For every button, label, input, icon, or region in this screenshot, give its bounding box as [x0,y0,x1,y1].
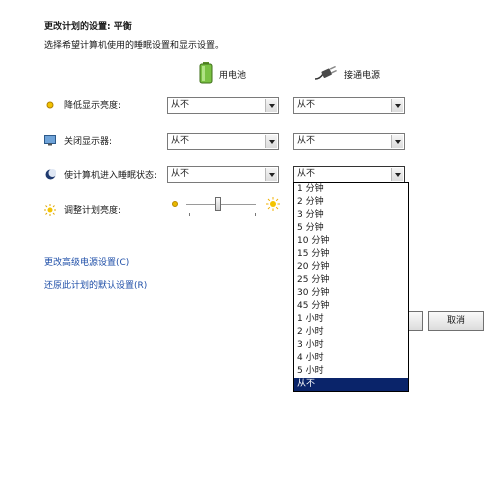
dropdown-option[interactable]: 3 小时 [294,339,408,352]
dim-display-battery-select[interactable]: 从不 [167,97,279,114]
brightness-row-label: 调整计划亮度: [44,203,121,216]
monitor-icon [44,135,56,147]
page-title: 更改计划的设置: 平衡 [44,22,132,32]
sleep-row-label: 使计算机进入睡眠状态: [44,168,157,181]
turn-off-display-battery-select[interactable]: 从不 [167,133,279,150]
plugged-column-header: 接通电源 [314,58,380,90]
dropdown-option[interactable]: 4 小时 [294,352,408,365]
turn-off-display-plugged-select[interactable]: 从不 [293,133,405,150]
turn-off-display-label: 关闭显示器: [64,137,113,147]
chevron-down-icon[interactable] [265,135,277,148]
dim-display-label: 降低显示亮度: [64,101,122,111]
dropdown-option[interactable]: 15 分钟 [294,248,408,261]
sleep-label: 使计算机进入睡眠状态: [64,171,158,181]
advanced-settings-link[interactable]: 更改高级电源设置(C) [44,255,129,268]
sleep-battery-select[interactable]: 从不 [167,166,279,183]
turn-off-display-row-label: 关闭显示器: [44,134,112,147]
battery-column-header: 用电池 [199,58,246,90]
moon-icon [44,169,56,181]
dropdown-option[interactable]: 5 小时 [294,365,408,378]
dim-sun-icon [170,199,180,212]
plugged-column-label: 接通电源 [344,70,381,81]
dropdown-option[interactable]: 2 分钟 [294,196,408,209]
slider-track[interactable] [186,204,256,206]
sleep-battery-value: 从不 [171,169,190,179]
dim-display-battery-value: 从不 [171,100,190,110]
dim-display-row-label: 降低显示亮度: [44,98,121,111]
dropdown-option[interactable]: 45 分钟 [294,300,408,313]
slider-tick [255,213,256,216]
dim-display-plugged-select[interactable]: 从不 [293,97,405,114]
bright-sun-icon [266,197,280,214]
dropdown-option[interactable]: 2 小时 [294,326,408,339]
dropdown-option[interactable]: 从不 [294,378,408,391]
brightness-slider[interactable] [170,196,280,222]
chevron-down-icon[interactable] [265,168,277,181]
battery-icon [199,61,213,87]
sleep-time-dropdown-list[interactable]: 1 分钟 2 分钟 3 分钟 5 分钟 10 分钟 15 分钟 20 分钟 25 分钟 30 分… [293,182,409,392]
cancel-button[interactable]: 取消 [428,311,484,331]
dropdown-option[interactable]: 1 分钟 [294,183,408,196]
dropdown-option[interactable]: 10 分钟 [294,235,408,248]
sleep-plugged-select[interactable]: 从不 [293,166,405,183]
chevron-down-icon[interactable] [391,168,403,181]
dim-display-plugged-value: 从不 [297,100,316,110]
sun-icon [44,203,56,216]
brightness-label: 调整计划亮度: [64,206,122,216]
dropdown-option[interactable]: 25 分钟 [294,274,408,287]
dropdown-option[interactable]: 20 分钟 [294,261,408,274]
dropdown-option[interactable]: 5 分钟 [294,222,408,235]
sleep-plugged-value: 从不 [297,169,316,179]
turn-off-display-plugged-value: 从不 [297,136,316,146]
slider-thumb[interactable] [215,197,221,211]
turn-off-display-battery-value: 从不 [171,136,190,146]
chevron-down-icon[interactable] [391,135,403,148]
power-plug-icon [314,65,338,84]
battery-column-label: 用电池 [219,70,247,81]
dropdown-option[interactable]: 3 分钟 [294,209,408,222]
page-subtitle: 选择希望计算机使用的睡眠设置和显示设置。 [44,41,225,51]
chevron-down-icon[interactable] [265,99,277,112]
dropdown-option[interactable]: 1 小时 [294,313,408,326]
restore-defaults-link[interactable]: 还原此计划的默认设置(R) [44,278,147,291]
brightness-icon [44,99,56,111]
slider-tick [189,213,190,216]
dropdown-option[interactable]: 30 分钟 [294,287,408,300]
chevron-down-icon[interactable] [391,99,403,112]
